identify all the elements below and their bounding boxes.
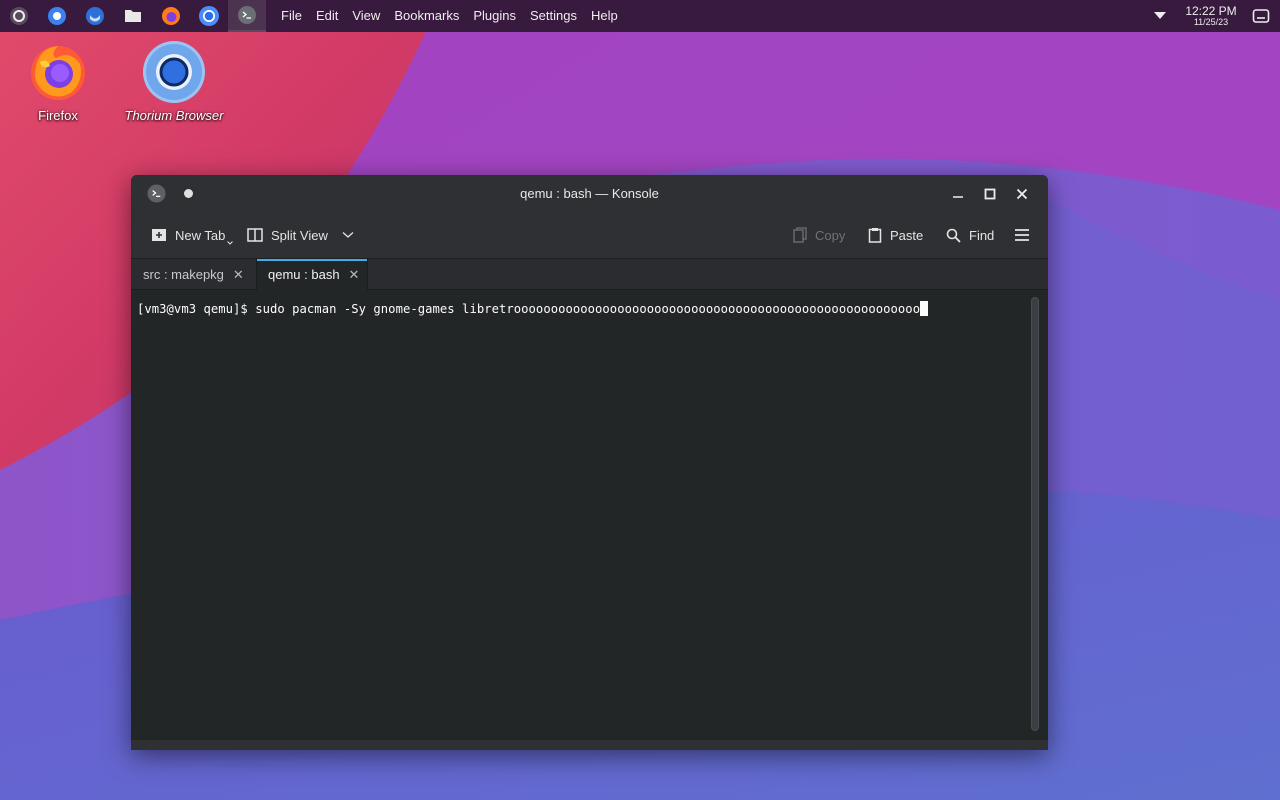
maximize-icon	[984, 188, 996, 200]
desktop-icon-label: Firefox	[38, 108, 78, 123]
desktop-icon-label: Thorium Browser	[124, 108, 224, 123]
tab-qemu-bash[interactable]: qemu : bash ✕	[256, 259, 368, 290]
split-view-button[interactable]: Split View	[247, 224, 354, 246]
chevron-down-icon	[342, 232, 354, 238]
konsole-icon	[238, 6, 256, 24]
chevron-down-icon	[227, 241, 234, 245]
hamburger-menu-icon	[1015, 229, 1029, 241]
tray-expand-button[interactable]	[1140, 0, 1180, 32]
task-discover[interactable]	[38, 0, 76, 32]
menu-edit[interactable]: Edit	[309, 0, 345, 32]
app-launcher-button[interactable]	[0, 0, 38, 32]
minimize-icon	[953, 196, 963, 198]
window-bottom-edge	[131, 740, 1048, 750]
tab-bar: src : makepkg ✕ qemu : bash ✕	[131, 258, 1048, 290]
minimize-button[interactable]	[947, 183, 969, 205]
find-button[interactable]: Find	[946, 224, 994, 246]
new-tab-label: New Tab	[175, 227, 226, 243]
tab-label: src : makepkg	[143, 267, 224, 282]
terminal-line: [vm3@vm3 qemu]$ sudo pacman -Sy gnome-ga…	[137, 301, 929, 316]
thorium-browser-icon	[199, 6, 219, 26]
paste-button[interactable]: Paste	[868, 224, 923, 246]
konsole-window: qemu : bash — Konsole New Tab Split View	[131, 175, 1048, 750]
task-thorium-browser[interactable]	[190, 0, 228, 32]
show-desktop-icon	[1252, 9, 1270, 23]
menu-help[interactable]: Help	[584, 0, 625, 32]
task-file-manager[interactable]	[114, 0, 152, 32]
menu-view[interactable]: View	[345, 0, 387, 32]
firefox-icon	[162, 7, 180, 25]
typed-command: sudo pacman -Sy gnome-games libretrooooo…	[255, 302, 921, 316]
copy-label: Copy	[815, 227, 846, 243]
desktop-icon-firefox[interactable]: Firefox	[8, 40, 108, 123]
top-panel: File Edit View Bookmarks Plugins Setting…	[0, 0, 1280, 32]
thunderbird-icon	[86, 7, 104, 25]
app-launcher-icon	[10, 7, 28, 25]
task-konsole[interactable]	[228, 0, 266, 32]
task-firefox[interactable]	[152, 0, 190, 32]
find-label: Find	[969, 227, 995, 243]
window-titlebar[interactable]: qemu : bash — Konsole	[131, 175, 1048, 212]
window-title: qemu : bash — Konsole	[520, 186, 659, 201]
new-tab-icon	[152, 229, 166, 241]
menu-plugins[interactable]: Plugins	[466, 0, 523, 32]
main-toolbar: New Tab Split View Copy Paste Find	[131, 212, 1048, 258]
menu-bookmarks[interactable]: Bookmarks	[387, 0, 466, 32]
task-thunderbird[interactable]	[76, 0, 114, 32]
thorium-browser-icon	[143, 41, 205, 103]
digital-clock[interactable]: 12:22 PM 11/25/23	[1180, 5, 1242, 27]
terminal-area[interactable]: [vm3@vm3 qemu]$ sudo pacman -Sy gnome-ga…	[131, 291, 1048, 740]
close-button[interactable]	[1011, 183, 1033, 205]
split-view-label: Split View	[271, 227, 328, 243]
maximize-button[interactable]	[979, 183, 1001, 205]
triangle-down-icon	[1154, 12, 1166, 19]
tab-label: qemu : bash	[268, 267, 340, 282]
file-manager-icon	[125, 10, 141, 22]
paste-label: Paste	[890, 227, 924, 243]
discover-icon	[48, 7, 66, 25]
system-tray: 12:22 PM 11/25/23	[1140, 0, 1280, 32]
text-cursor	[920, 301, 929, 316]
close-tab-icon[interactable]: ✕	[349, 267, 360, 283]
paste-icon	[868, 228, 882, 243]
hamburger-menu-button[interactable]	[1014, 224, 1030, 246]
menu-settings[interactable]: Settings	[523, 0, 584, 32]
tab-src-makepkg[interactable]: src : makepkg ✕	[132, 259, 256, 290]
close-icon	[1016, 188, 1028, 200]
copy-icon	[793, 227, 807, 243]
split-view-icon	[247, 228, 263, 242]
clock-date: 11/25/23	[1193, 17, 1229, 27]
terminal-scrollbar[interactable]	[1031, 297, 1039, 731]
global-menu: File Edit View Bookmarks Plugins Setting…	[274, 0, 625, 32]
close-tab-icon[interactable]: ✕	[233, 267, 244, 283]
show-desktop-button[interactable]	[1242, 0, 1280, 32]
copy-button[interactable]: Copy	[793, 224, 845, 246]
clock-time: 12:22 PM	[1185, 4, 1237, 18]
new-tab-button[interactable]: New Tab	[151, 224, 234, 246]
desktop-icon-thorium-browser[interactable]: Thorium Browser	[124, 40, 224, 123]
shell-prompt: [vm3@vm3 qemu]$	[137, 302, 256, 316]
menu-file[interactable]: File	[274, 0, 309, 32]
firefox-icon	[31, 46, 85, 100]
search-icon	[946, 228, 961, 243]
